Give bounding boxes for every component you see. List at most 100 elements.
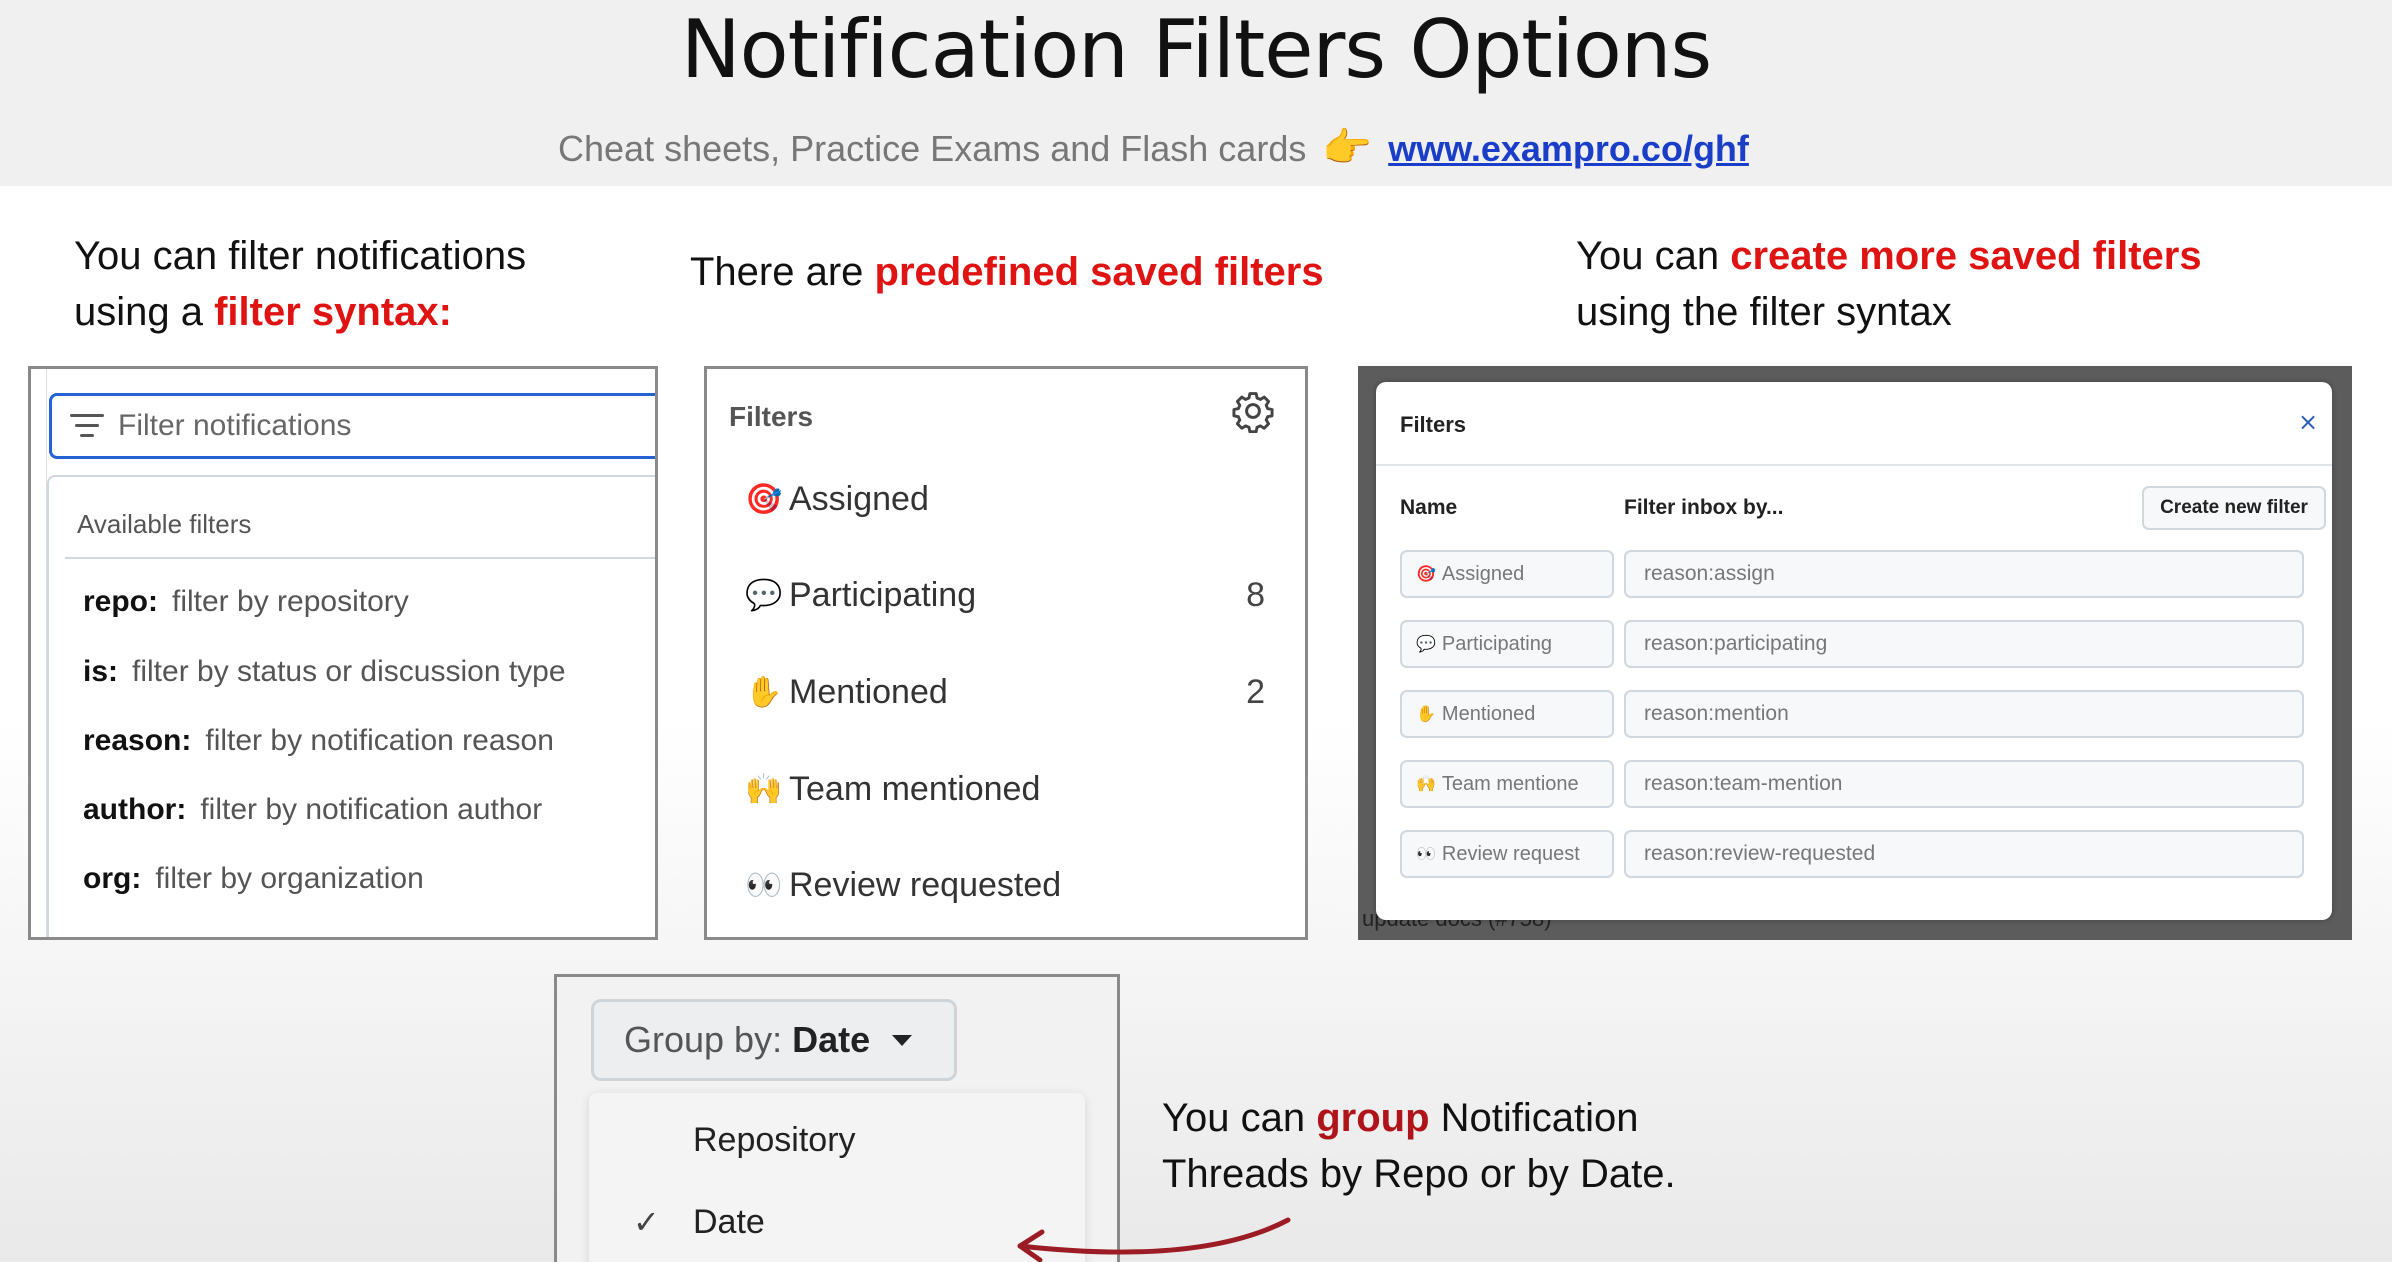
saved-filters-heading: Filters (729, 401, 814, 432)
saved-filter-count: 2 (1246, 672, 1265, 711)
filter-desc: filter by organization (155, 862, 424, 895)
filters-modal-screenshot: update docs (#758) Filters × Name Filter… (1358, 366, 2352, 940)
saved-filter-label: Assigned (789, 479, 929, 518)
saved-filter-mentioned[interactable]: ✋ Mentioned 2 (745, 662, 1265, 722)
filter-option-author[interactable]: author: filter by notification author (83, 793, 542, 827)
divider (1376, 464, 2332, 466)
pointing-hand-icon: 👉 (1322, 126, 1373, 170)
filter-name-value: Mentioned (1441, 702, 1536, 725)
eyes-icon: 👀 (1416, 846, 1436, 863)
filter-option-reason[interactable]: reason: filter by notification reason (83, 724, 554, 758)
group-by-label: Group by: (624, 1019, 783, 1060)
filter-name-field[interactable]: 🙌 Team mentione (1400, 760, 1614, 808)
filter-name-field[interactable]: 💬 Participating (1400, 620, 1614, 668)
caption-highlight: group (1316, 1096, 1430, 1140)
speech-bubble-icon: 💬 (1416, 636, 1436, 653)
caption-line: You can group Notification (1162, 1090, 1676, 1146)
filter-option-repo[interactable]: repo: filter by repository (83, 585, 409, 619)
saved-filter-label: Mentioned (789, 672, 948, 711)
create-new-filter-button[interactable]: Create new filter (2142, 486, 2326, 530)
filter-desc: filter by notification reason (205, 724, 554, 757)
caption-line: You can create more saved filters (1576, 228, 2202, 284)
filter-key: author: (83, 793, 187, 826)
caption-line: using a filter syntax: (74, 284, 526, 340)
saved-filter-count: 8 (1246, 575, 1265, 614)
caption-filter-syntax: You can filter notifications using a fil… (74, 228, 526, 340)
filter-name-field[interactable]: 👀 Review request (1400, 830, 1614, 878)
exampro-link[interactable]: www.exampro.co/ghf (1388, 128, 1749, 169)
filter-name-value: Assigned (1441, 562, 1525, 585)
caption-highlight: create more saved filters (1730, 234, 2202, 278)
speech-bubble-icon: 💬 (745, 578, 783, 612)
filter-key: reason: (83, 724, 192, 757)
saved-filter-assigned[interactable]: 🎯 Assigned (745, 469, 1265, 529)
filter-key: org: (83, 862, 142, 895)
filter-name-value: Participating (1441, 632, 1552, 655)
caption-text: There are (690, 250, 875, 294)
curved-arrow-icon (1017, 1217, 1291, 1262)
column-name-header: Name (1400, 496, 1458, 519)
filter-query-field[interactable]: reason:participating (1624, 620, 2304, 668)
caption-group: You can group Notification Threads by Re… (1162, 1090, 1676, 1202)
raising-hands-icon: 🙌 (745, 772, 783, 806)
available-filters-dropdown: Available filters repo: filter by reposit… (47, 475, 655, 937)
saved-filter-team-mentioned[interactable]: 🙌 Team mentioned (745, 759, 1265, 819)
caret-down-icon (892, 1034, 913, 1046)
filter-name-field[interactable]: 🎯 Assigned (1400, 550, 1614, 598)
filter-desc: filter by status or discussion type (132, 655, 566, 688)
group-by-value: Date (792, 1019, 871, 1060)
filter-name-value: Team mentione (1441, 772, 1579, 795)
filter-query-field[interactable]: reason:mention (1624, 690, 2304, 738)
filter-name-value: Review request (1441, 842, 1580, 865)
caption-highlight: predefined saved filters (874, 250, 1324, 294)
saved-filter-label: Review requested (789, 865, 1062, 904)
close-icon[interactable]: × (2298, 408, 2318, 436)
filter-option-is[interactable]: is: filter by status or discussion type (83, 655, 566, 689)
divider (65, 557, 655, 559)
caption-text: You can (1576, 234, 1731, 278)
caption-line: Threads by Repo or by Date. (1162, 1152, 1676, 1196)
filter-desc: filter by notification author (200, 793, 543, 826)
saved-filter-review-requested[interactable]: 👀 Review requested (745, 855, 1265, 915)
raised-hand-icon: ✋ (745, 675, 783, 709)
modal-title: Filters (1400, 412, 1467, 437)
caption-create-filters: You can create more saved filters using … (1576, 228, 2202, 340)
raising-hands-icon: 🙌 (1416, 776, 1436, 793)
filter-query-field[interactable]: reason:assign (1624, 550, 2304, 598)
filter-desc: filter by repository (172, 585, 409, 618)
filter-option-org[interactable]: org: filter by organization (83, 862, 424, 896)
subtitle: Cheat sheets, Practice Exams and Flash c… (558, 124, 1749, 171)
group-by-button[interactable]: Group by: Date (591, 999, 957, 1081)
filter-name-field[interactable]: ✋ Mentioned (1400, 690, 1614, 738)
option-label: Repository (693, 1120, 856, 1159)
saved-filter-participating[interactable]: 💬 Participating 8 (745, 565, 1265, 625)
filter-notifications-input[interactable] (118, 404, 655, 448)
filter-notifications-input-wrapper[interactable] (49, 393, 655, 459)
checkmark-icon: ✓ (633, 1204, 660, 1240)
raised-hand-icon: ✋ (1416, 706, 1436, 723)
caption-line: using the filter syntax (1576, 290, 1952, 334)
background-strip (31, 369, 47, 937)
target-icon: 🎯 (1416, 566, 1436, 583)
caption-text: using a (74, 290, 215, 334)
target-icon: 🎯 (745, 482, 783, 516)
filter-key: is: (83, 655, 119, 688)
filter-syntax-panel: Available filters repo: filter by reposit… (28, 366, 658, 940)
caption-text: You can (1162, 1096, 1317, 1140)
gear-icon[interactable] (1231, 389, 1275, 433)
filters-modal: Filters × Name Filter inbox by... Create… (1376, 382, 2332, 920)
group-by-option-repository[interactable]: Repository (589, 1105, 1085, 1175)
filter-query-field[interactable]: reason:review-requested (1624, 830, 2304, 878)
eyes-icon: 👀 (745, 868, 783, 902)
page-title: Notification Filters Options (680, 3, 1712, 96)
saved-filter-label: Participating (789, 575, 977, 614)
filter-icon (68, 414, 106, 442)
filter-query-field[interactable]: reason:team-mention (1624, 760, 2304, 808)
caption-text: Notification (1429, 1096, 1639, 1140)
caption-highlight: filter syntax: (214, 290, 452, 334)
subtitle-text: Cheat sheets, Practice Exams and Flash c… (558, 128, 1307, 169)
caption-predefined: There are predefined saved filters (690, 244, 1324, 300)
filter-key: repo: (83, 585, 158, 618)
saved-filters-panel: Filters 🎯 Assigned 💬 Participating 8 ✋ Menti… (704, 366, 1308, 940)
saved-filter-label: Team mentioned (789, 769, 1041, 808)
